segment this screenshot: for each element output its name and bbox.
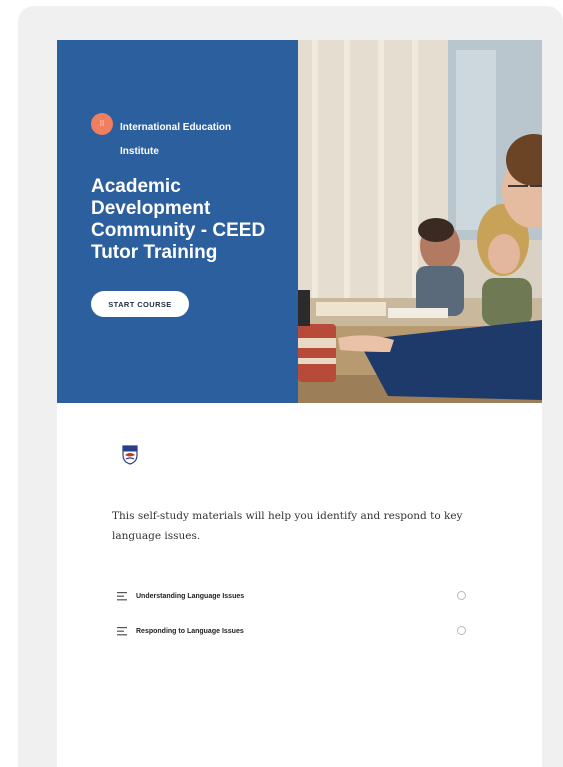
course-card: II International Education Institute Aca… xyxy=(57,40,542,767)
crest-icon xyxy=(122,445,138,465)
lesson-lines-icon xyxy=(117,592,127,601)
course-title: Academic Development Community - CEED Tu… xyxy=(91,176,266,263)
course-hero: II International Education Institute Aca… xyxy=(57,40,542,403)
org-avatar: II xyxy=(91,113,113,135)
hero-photo xyxy=(298,40,542,403)
incomplete-circle-icon xyxy=(457,591,466,600)
incomplete-circle-icon xyxy=(457,626,466,635)
lesson-item[interactable]: Understanding Language Issues xyxy=(117,588,472,606)
org-name: International Education Institute xyxy=(120,122,232,157)
course-description: This self-study materials will help you … xyxy=(112,510,463,542)
start-course-button[interactable]: START COURSE xyxy=(91,291,189,317)
lesson-title: Understanding Language Issues xyxy=(136,593,245,600)
lesson-item[interactable]: Responding to Language Issues xyxy=(117,623,472,641)
hero-panel: II International Education Institute Aca… xyxy=(57,40,298,403)
lesson-lines-icon xyxy=(117,627,127,636)
lesson-title: Responding to Language Issues xyxy=(136,628,244,635)
